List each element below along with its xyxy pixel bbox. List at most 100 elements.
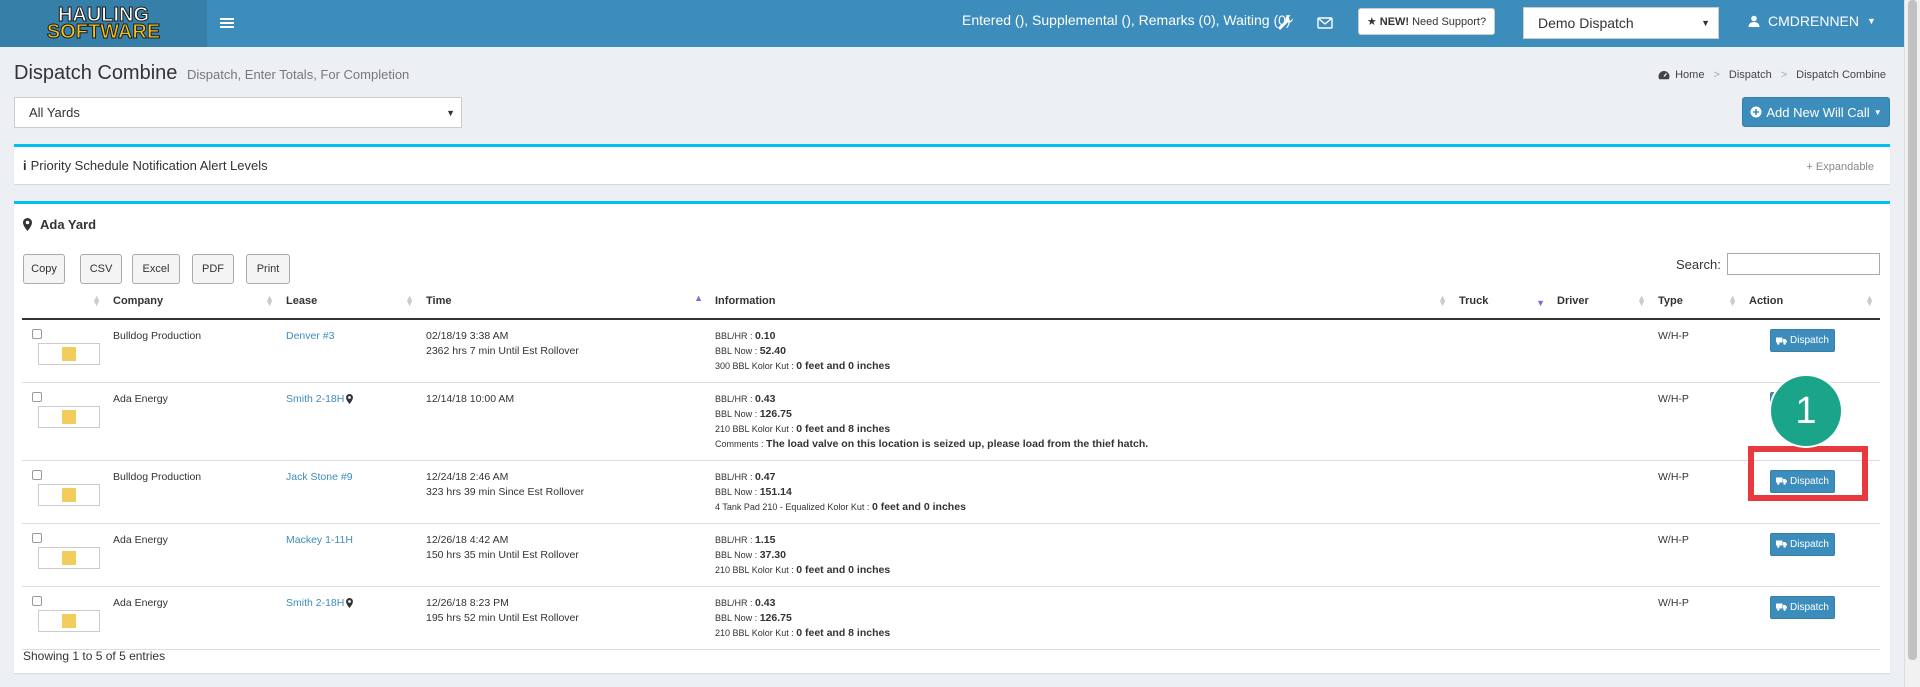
priority-alert-box: i Priority Schedule Notification Alert Le… [14,144,1890,184]
yard-select-value: All Yards [29,105,80,120]
logo-line2: SOFTWARE [46,20,161,43]
page-subtitle: Dispatch, Enter Totals, For Completion [186,67,410,82]
truck-cell [1453,382,1551,461]
user-name: CMDRENNEN [1768,13,1859,29]
print-button[interactable]: Print [246,254,290,284]
priority-swatch [38,609,100,632]
driver-cell [1551,523,1652,587]
lease-link[interactable]: Smith 2-18H [286,596,354,611]
column-header-select[interactable]: ▲ ▼ [22,284,107,320]
column-header-type[interactable]: Type ▲ ▼ [1652,284,1743,320]
column-header-time[interactable]: Time ▲ [420,284,709,320]
expandable-toggle[interactable]: + Expandable [1806,161,1874,173]
app-logo[interactable]: HAULING SOFTWARE [0,0,207,47]
column-header-driver[interactable]: Driver ▲ ▼ [1551,284,1652,320]
type-cell: W/H-P [1652,382,1743,461]
company-cell: Ada Energy [107,382,280,461]
yard-select[interactable]: All Yards ▼ [14,97,462,128]
csv-button[interactable]: CSV [80,254,122,284]
copy-button[interactable]: Copy [23,254,65,284]
plus-icon: + [1806,161,1813,173]
add-new-will-call-button[interactable]: Add New Will Call ▼ [1742,97,1890,127]
info-line: Comments : The load valve on this locati… [715,437,1149,450]
info-line: BBL Now : 52.40 [715,345,786,357]
user-icon [1748,15,1760,27]
dispatch-button[interactable]: Dispatch [1770,532,1835,556]
info-line: 210 BBL Kolor Kut : 0 feet and 8 inches [715,422,891,435]
wrench-icon[interactable] [1275,13,1295,33]
column-header-company[interactable]: Company ▲ ▼ [107,284,280,320]
lease-cell: Smith 2-18H [280,382,420,461]
information-cell: BBL/HR : 0.10 BBL Now : 52.40 300 BBL Kolo… [709,319,1453,383]
column-header-truck[interactable]: Truck ▼ [1453,284,1551,320]
map-marker-icon [346,394,354,404]
info-line: 210 BBL Kolor Kut : 0 feet and 8 inches [715,626,891,639]
hamburger-icon[interactable] [220,13,234,33]
truck-cell [1453,319,1551,383]
action-cell: Dispatch [1743,586,1880,650]
excel-button[interactable]: Excel [132,254,180,284]
info-line: 300 BBL Kolor Kut : 0 feet and 0 inches [715,360,891,372]
priority-swatch [38,405,100,428]
page-title-text: Dispatch Combine [14,62,178,84]
company-cell: Ada Energy [107,523,280,587]
column-header-lease[interactable]: Lease ▲ ▼ [280,284,420,320]
search-input[interactable] [1727,253,1880,275]
dispatch-table: ▲ ▼ Company ▲ ▼ Lease ▲ ▼ Time ▲ Information ▲ ▼… [22,284,1880,650]
driver-cell [1551,586,1652,650]
table-info-footer: Showing 1 to 5 of 5 entries [23,649,166,663]
row-checkbox[interactable] [32,329,42,339]
dispatch-select[interactable]: Demo Dispatch ▼ [1523,7,1719,39]
lease-cell: Denver #3 [280,319,420,383]
info-line: BBL/HR : 0.43 [715,392,776,405]
dispatch-button[interactable]: Dispatch [1770,595,1835,619]
envelope-icon[interactable] [1316,14,1334,32]
row-checkbox[interactable] [32,595,42,606]
need-support-button[interactable]: ★ NEW! Need Support? [1358,8,1495,35]
type-cell: W/H-P [1652,586,1743,650]
lease-link[interactable]: Mackey 1-11H [286,533,353,548]
yard-box: Ada Yard Copy CSV Excel PDF Print Search… [14,201,1890,673]
page-scrollbar[interactable] [1904,0,1920,687]
lease-cell: Mackey 1-11H [280,523,420,587]
table-row: Ada Energy Mackey 1-11H 12/26/18 4:42 AM 15… [22,523,1880,587]
dispatch-button[interactable]: Dispatch [1770,329,1835,352]
time-cell: 02/18/19 3:38 AM 2362 hrs 7 min Until Est… [420,319,709,383]
row-checkbox[interactable] [32,391,42,402]
breadcrumb-dispatch[interactable]: Dispatch [1729,69,1772,81]
truck-icon [1776,603,1787,611]
caret-down-icon: ▼ [446,108,455,118]
column-header-information[interactable]: Information ▲ ▼ [709,284,1453,320]
priority-swatch [38,343,100,365]
caret-down-icon: ▼ [1701,18,1710,28]
time-cell: 12/14/18 10:00 AM [420,382,709,461]
lease-link[interactable]: Jack Stone #9 [286,470,353,485]
dashboard-icon [1658,71,1670,80]
page-title: Dispatch Combine Dispatch, Enter Totals,… [14,62,409,85]
support-new-badge: NEW! [1379,15,1410,28]
information-cell: BBL/HR : 0.43 BBL Now : 126.75 210 BBL Kol… [709,382,1453,461]
row-checkbox[interactable] [32,532,42,543]
highlight-box [1748,446,1868,501]
table-row: Ada Energy Smith 2-18H 12/14/18 10:00 AM BB… [22,382,1880,461]
info-line: BBL Now : 151.14 [715,485,792,498]
top-navbar: HAULING SOFTWARE Entered (), Supplementa… [0,0,1920,47]
driver-cell [1551,460,1652,524]
company-cell: Bulldog Production [107,319,280,383]
truck-icon [1776,540,1787,548]
user-menu[interactable]: CMDRENNEN ▼ [1748,13,1876,29]
lease-link[interactable]: Denver #3 [286,329,334,344]
info-line: BBL Now : 126.75 [715,407,792,420]
select-cell [22,460,107,524]
lease-link[interactable]: Smith 2-18H [286,392,354,407]
priority-alert-title[interactable]: i Priority Schedule Notification Alert Le… [23,158,268,173]
scrollbar-thumb[interactable] [1908,0,1917,660]
pdf-button[interactable]: PDF [192,254,234,284]
breadcrumb-home[interactable]: Home [1675,69,1704,81]
information-cell: BBL/HR : 0.43 BBL Now : 126.75 210 BBL Kol… [709,586,1453,650]
dispatch-status-summary[interactable]: Entered (), Supplemental (), Remarks (0)… [962,12,1291,28]
plus-circle-icon [1750,106,1762,118]
row-checkbox[interactable] [32,469,42,480]
column-header-action[interactable]: Action ▲ ▼ [1743,284,1880,320]
truck-cell [1453,460,1551,524]
